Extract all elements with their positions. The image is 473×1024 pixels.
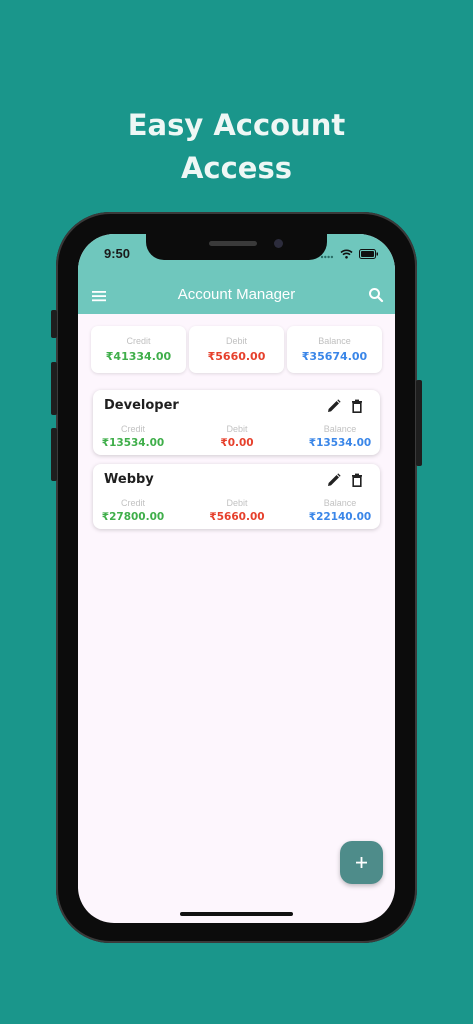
account-name: Developer bbox=[104, 398, 179, 413]
account-balance: Balance ₹13534.00 bbox=[300, 424, 380, 449]
summary-credit-card: Credit ₹41334.00 bbox=[91, 326, 186, 373]
search-icon bbox=[369, 288, 384, 303]
delete-account-button[interactable] bbox=[349, 472, 365, 488]
account-debit-label: Debit bbox=[226, 424, 248, 434]
status-time: 9:50 bbox=[104, 246, 131, 261]
account-credit: Credit ₹13534.00 bbox=[93, 424, 173, 449]
app-title: Account Manager bbox=[177, 286, 296, 303]
trash-icon bbox=[352, 399, 362, 413]
status-bar: 9:50 bbox=[78, 234, 395, 282]
mute-switch bbox=[51, 310, 57, 338]
account-card-developer[interactable]: Developer Credit ₹13534.00 Debit ₹0.00 B… bbox=[93, 390, 380, 455]
summary-debit-card: Debit ₹5660.00 bbox=[189, 326, 284, 373]
promo-headline: Easy Account Access bbox=[0, 104, 473, 190]
account-credit-value: ₹13534.00 bbox=[101, 437, 165, 449]
summary-balance-label: Balance bbox=[318, 336, 351, 346]
pencil-icon bbox=[328, 473, 341, 486]
status-icons bbox=[320, 246, 379, 264]
notch bbox=[146, 234, 327, 260]
summary-debit-label: Debit bbox=[225, 336, 247, 346]
wifi-icon bbox=[340, 246, 353, 264]
promo-headline-line2: Access bbox=[180, 151, 292, 185]
promo-headline-line1: Easy Account bbox=[127, 108, 346, 142]
account-card-webby[interactable]: Webby Credit ₹27800.00 Debit ₹5660.00 Ba… bbox=[93, 464, 380, 529]
trash-icon bbox=[352, 473, 362, 487]
account-credit-label: Credit bbox=[120, 498, 145, 508]
account-credit-label: Credit bbox=[120, 424, 145, 434]
account-credit-value: ₹27800.00 bbox=[101, 511, 165, 523]
app-screen: 9:50 Account Manager Credit ₹41334.00 De… bbox=[78, 234, 395, 923]
account-name: Webby bbox=[104, 472, 154, 487]
account-debit-value: ₹0.00 bbox=[220, 437, 254, 449]
home-indicator bbox=[180, 912, 293, 916]
volume-up-button bbox=[51, 362, 57, 415]
add-account-button[interactable] bbox=[340, 841, 383, 884]
summary-debit-value: ₹5660.00 bbox=[207, 350, 266, 363]
edit-account-button[interactable] bbox=[326, 472, 342, 488]
account-balance-value: ₹13534.00 bbox=[308, 437, 372, 449]
account-balance-label: Balance bbox=[323, 424, 357, 434]
edit-account-button[interactable] bbox=[326, 398, 342, 414]
account-balance-label: Balance bbox=[323, 498, 357, 508]
battery-icon bbox=[359, 246, 379, 264]
search-button[interactable] bbox=[367, 286, 385, 304]
account-credit: Credit ₹27800.00 bbox=[93, 498, 173, 523]
speaker bbox=[209, 241, 257, 246]
power-button bbox=[416, 380, 422, 466]
delete-account-button[interactable] bbox=[349, 398, 365, 414]
summary-credit-label: Credit bbox=[126, 336, 151, 346]
account-debit: Debit ₹0.00 bbox=[197, 424, 277, 449]
plus-icon bbox=[356, 857, 367, 868]
summary-balance-value: ₹35674.00 bbox=[301, 350, 368, 363]
account-balance-value: ₹22140.00 bbox=[308, 511, 372, 523]
account-debit-value: ₹5660.00 bbox=[209, 511, 265, 523]
front-camera bbox=[274, 239, 283, 248]
volume-down-button bbox=[51, 428, 57, 481]
pencil-icon bbox=[328, 399, 341, 412]
summary-balance-card: Balance ₹35674.00 bbox=[287, 326, 382, 373]
account-debit: Debit ₹5660.00 bbox=[197, 498, 277, 523]
signal-icon bbox=[320, 246, 334, 264]
summary-credit-value: ₹41334.00 bbox=[105, 350, 172, 363]
account-balance: Balance ₹22140.00 bbox=[300, 498, 380, 523]
app-bar: Account Manager bbox=[78, 282, 395, 314]
account-debit-label: Debit bbox=[226, 498, 248, 508]
